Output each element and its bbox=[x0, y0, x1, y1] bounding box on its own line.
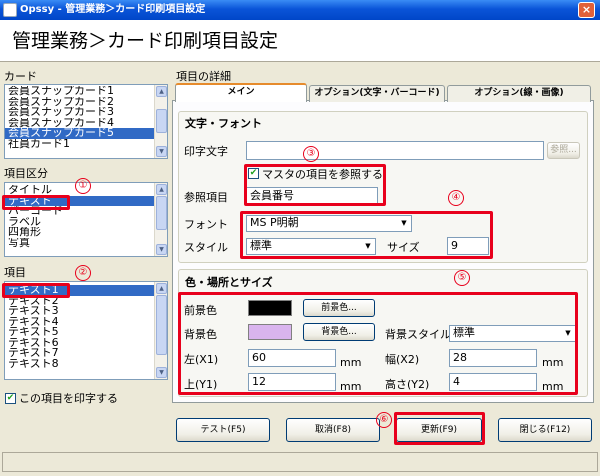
item-list-item[interactable]: テキスト4 bbox=[5, 317, 167, 328]
cancel-button[interactable]: 取消(F8) bbox=[286, 418, 380, 442]
highlight-box-category bbox=[2, 195, 70, 210]
card-label: カード bbox=[4, 70, 37, 83]
scroll-down-icon[interactable]: ▼ bbox=[156, 367, 167, 378]
item-list-item[interactable]: テキスト3 bbox=[5, 306, 167, 317]
color-position-section-label: 色・場所とサイズ bbox=[185, 276, 273, 289]
marker-1: ① bbox=[75, 178, 91, 194]
test-button[interactable]: テスト(F5) bbox=[176, 418, 270, 442]
item-category-list-item[interactable]: ラベル bbox=[5, 217, 167, 228]
highlight-box-item bbox=[2, 283, 70, 298]
marker-6: ⑥ bbox=[376, 412, 392, 428]
item-label: 項目 bbox=[4, 266, 26, 279]
scroll-up-icon[interactable]: ▲ bbox=[156, 184, 167, 195]
card-list[interactable]: 会員スナップカード1 会員スナップカード2 会員スナップカード3 会員スナップカード4… bbox=[4, 84, 168, 159]
scroll-up-icon[interactable]: ▲ bbox=[156, 283, 167, 294]
status-bar bbox=[2, 452, 598, 472]
app-icon bbox=[3, 3, 17, 17]
marker-4: ④ bbox=[448, 190, 464, 206]
details-label: 項目の詳細 bbox=[176, 70, 231, 83]
page-title: 管理業務＞カード印刷項目設定 bbox=[12, 30, 279, 52]
highlight-box-update bbox=[394, 412, 485, 445]
print-text-label: 印字文字 bbox=[184, 145, 228, 158]
highlight-box-color-position bbox=[178, 292, 578, 395]
marker-3: ③ bbox=[303, 146, 319, 162]
marker-5: ⑤ bbox=[454, 270, 470, 286]
highlight-box-master-ref bbox=[244, 164, 386, 206]
window-title-bar: Opssy - 管理業務＞カード印刷項目設定 bbox=[0, 0, 600, 20]
item-list-item[interactable]: テキスト8 bbox=[5, 359, 167, 370]
font-label: フォント bbox=[184, 218, 228, 231]
item-list-item[interactable]: テキスト5 bbox=[5, 327, 167, 338]
item-category-list-item[interactable]: 写真 bbox=[5, 238, 167, 249]
style-label: スタイル bbox=[184, 241, 228, 254]
window-title: Opssy - 管理業務＞カード印刷項目設定 bbox=[20, 4, 206, 15]
close-button[interactable]: 閉じる(F12) bbox=[498, 418, 592, 442]
highlight-box-font bbox=[240, 211, 493, 259]
scroll-up-icon[interactable]: ▲ bbox=[156, 86, 167, 97]
scroll-thumb[interactable] bbox=[156, 295, 167, 355]
card-list-item[interactable]: 会員スナップカード5 bbox=[5, 128, 167, 139]
item-category-list-item[interactable]: 四角形 bbox=[5, 227, 167, 238]
window-close-button[interactable]: × bbox=[578, 2, 595, 18]
card-list-item[interactable]: 会員スナップカード3 bbox=[5, 107, 167, 118]
tab-option-text-barcode[interactable]: オプション(文字・バーコード) bbox=[309, 85, 445, 102]
item-list-item[interactable]: テキスト6 bbox=[5, 338, 167, 349]
scroll-thumb[interactable] bbox=[156, 196, 167, 230]
text-font-section-label: 文字・フォント bbox=[185, 117, 262, 130]
item-category-label: 項目区分 bbox=[4, 167, 48, 180]
item-list-scrollbar[interactable]: ▲ ▼ bbox=[154, 282, 167, 379]
item-list-item[interactable]: テキスト7 bbox=[5, 348, 167, 359]
tab-main[interactable]: メイン bbox=[175, 83, 307, 102]
scroll-down-icon[interactable]: ▼ bbox=[156, 244, 167, 255]
card-list-item[interactable]: 会員スナップカード1 bbox=[5, 86, 167, 97]
print-item-label: この項目を印字する bbox=[19, 392, 118, 405]
print-item-checkbox[interactable]: ✔ bbox=[5, 393, 16, 404]
card-list-item[interactable]: 会員スナップカード2 bbox=[5, 97, 167, 108]
card-list-item[interactable]: 会員スナップカード4 bbox=[5, 118, 167, 129]
scroll-down-icon[interactable]: ▼ bbox=[156, 146, 167, 157]
scroll-thumb[interactable] bbox=[156, 109, 167, 133]
card-list-item[interactable]: 社員カード1 bbox=[5, 139, 167, 150]
item-category-scrollbar[interactable]: ▲ ▼ bbox=[154, 183, 167, 256]
print-text-input[interactable] bbox=[246, 141, 544, 160]
ref-item-label: 参照項目 bbox=[184, 191, 228, 204]
ref-button[interactable]: 参照... bbox=[547, 142, 580, 159]
tab-option-line-image[interactable]: オプション(線・画像) bbox=[447, 85, 591, 102]
marker-2: ② bbox=[75, 265, 91, 281]
card-list-scrollbar[interactable]: ▲ ▼ bbox=[154, 85, 167, 158]
